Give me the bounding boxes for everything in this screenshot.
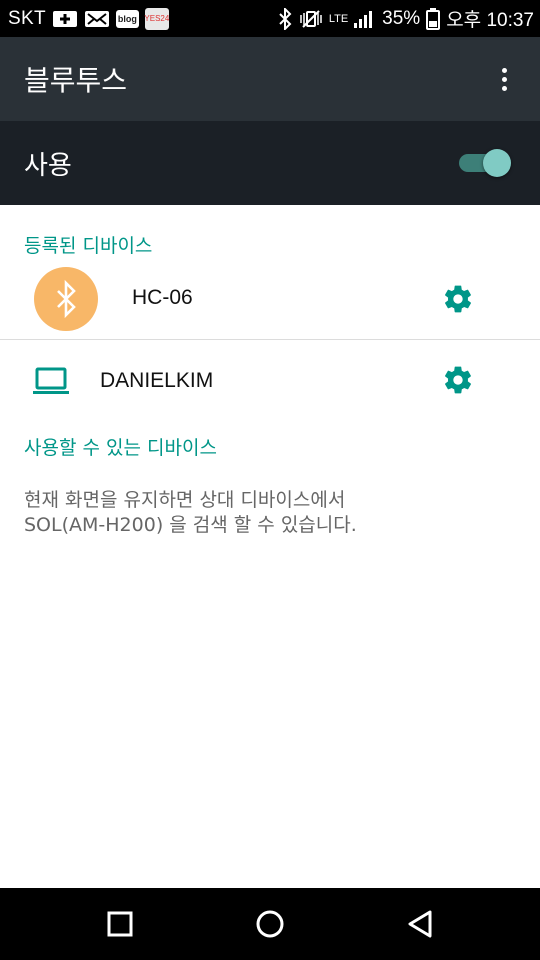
yes24-app-icon: YES24	[144, 7, 169, 30]
back-button[interactable]	[384, 888, 456, 960]
status-right: LTE 35% 오후 10:37	[277, 5, 534, 32]
bluetooth-status-icon	[277, 7, 293, 30]
back-triangle-icon	[408, 910, 432, 938]
battery-icon	[426, 7, 441, 30]
toggle-thumb	[483, 149, 511, 177]
bluetooth-master-switch-row[interactable]: 사용	[0, 121, 540, 205]
home-button[interactable]	[234, 888, 306, 960]
status-left: SKT blog YES24	[8, 7, 169, 30]
network-type: LTE	[328, 12, 349, 25]
gear-icon[interactable]	[442, 283, 474, 315]
gear-icon[interactable]	[442, 364, 474, 396]
app-bar: 블루투스	[0, 37, 540, 121]
vibrate-mute-icon	[299, 9, 323, 29]
device-name: DANIELKIM	[100, 369, 214, 392]
signal-icon	[354, 10, 376, 28]
more-vert-icon-dot	[501, 85, 507, 91]
more-vert-icon	[501, 67, 507, 73]
device-row-hc06[interactable]: HC-06	[0, 259, 540, 339]
bluetooth-avatar	[34, 267, 98, 331]
more-vert-icon-dot	[501, 76, 507, 82]
recents-button[interactable]	[84, 888, 156, 960]
switch-label: 사용	[24, 150, 72, 181]
battery-percent: 35%	[382, 7, 421, 29]
laptop-icon	[33, 367, 69, 394]
more-options-button[interactable]	[486, 55, 522, 103]
available-devices-header: 사용할 수 있는 디바이스	[24, 437, 217, 459]
device-name: HC-06	[132, 286, 193, 309]
blog-app-icon: blog	[115, 9, 139, 28]
page-title: 블루투스	[24, 64, 128, 97]
device-row-danielkim[interactable]: DANIELKIM	[0, 340, 540, 422]
mail-icon	[84, 10, 110, 28]
discoverable-info-text: 현재 화면을 유지하면 상대 디바이스에서 SOL(AM-H200) 을 검색 …	[24, 488, 514, 538]
clock: 오후 10:37	[446, 10, 534, 31]
navigation-bar	[0, 888, 540, 960]
bluetooth-icon	[57, 279, 76, 319]
home-circle-icon	[256, 910, 284, 938]
registered-devices-header: 등록된 디바이스	[24, 235, 153, 257]
info-line-2: SOL(AM-H200) 을 검색 할 수 있습니다.	[24, 514, 357, 536]
bluetooth-toggle[interactable]	[459, 148, 511, 178]
recents-square-icon	[107, 911, 133, 937]
status-bar: SKT blog YES24 LTE 35% 오후 10:37	[0, 0, 540, 37]
plus-notification-icon	[52, 10, 78, 28]
info-line-1: 현재 화면을 유지하면 상대 디바이스에서	[24, 489, 346, 511]
carrier-name: SKT	[8, 7, 46, 29]
